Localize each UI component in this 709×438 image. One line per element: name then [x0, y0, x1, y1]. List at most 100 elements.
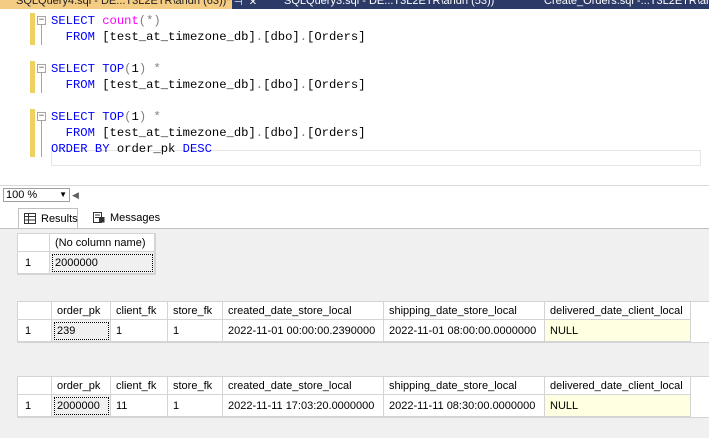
chevron-down-icon: ▼ [59, 190, 67, 199]
table-row[interactable]: 1 2000000 [18, 251, 155, 274]
code-token: SELECT [51, 14, 103, 28]
grid-cell[interactable]: 1 [167, 394, 223, 417]
code-token: ORDER BY [51, 142, 117, 156]
code-line[interactable] [0, 45, 709, 61]
grid-cell[interactable]: 1 [167, 319, 223, 342]
code-token: FROM [51, 126, 103, 140]
code-line[interactable] [0, 93, 709, 109]
null-cell[interactable]: NULL [544, 319, 691, 342]
grid-header-row: (No column name) [18, 234, 155, 252]
tab-sqlquery3[interactable]: SQLQuery3.sql - DE...T3L2ETR\andri (53)) [284, 0, 514, 9]
code-token: FROM [51, 78, 103, 92]
grid-cell[interactable]: 2022-11-01 00:00:00.2390000 [222, 319, 384, 342]
code-token: [test_at_timezone_db] [102, 126, 256, 140]
code-token: SELECT [51, 62, 103, 76]
column-header[interactable]: shipping_date_store_local [383, 377, 545, 395]
tab-messages-label: Messages [110, 212, 161, 224]
grid-cell[interactable]: 11 [110, 394, 168, 417]
tab-create-orders[interactable]: Create_Orders.sql -...T3L2ETR\andri (55)… [544, 0, 709, 9]
result-grid-3[interactable]: order_pk client_fk store_fk created_date_st… [17, 376, 709, 418]
code-token: DESC [182, 142, 212, 156]
code-line[interactable]: SELECT TOP(1) * [0, 109, 709, 125]
code-token: [Orders] [307, 126, 366, 140]
code-token: 1 [131, 62, 139, 76]
row-number[interactable]: 1 [18, 251, 50, 274]
column-header[interactable]: (No column name) [49, 234, 155, 252]
code-line[interactable]: ORDER BY order_pk DESC [0, 141, 709, 157]
grid-cell[interactable]: 2000000 [49, 251, 155, 274]
null-cell[interactable]: NULL [544, 394, 691, 417]
row-number[interactable]: 1 [18, 394, 52, 417]
code-token: [Orders] [307, 78, 366, 92]
code-token: [dbo] [263, 126, 300, 140]
code-token: . [299, 30, 308, 44]
results-pane: (No column name) 1 2000000 order_pk client_… [0, 228, 709, 438]
messages-icon [93, 212, 105, 223]
code-token: [test_at_timezone_db] [102, 30, 256, 44]
grid-corner[interactable] [18, 377, 52, 395]
table-row[interactable]: 1 239 1 1 2022-11-01 00:00:00.2390000 2022-11… [18, 319, 691, 342]
code-line[interactable]: FROM [test_at_timezone_db].[dbo].[Orders… [0, 29, 709, 45]
grid-icon [24, 213, 36, 224]
column-header[interactable]: store_fk [167, 377, 223, 395]
code-token: [dbo] [263, 30, 300, 44]
row-number[interactable]: 1 [18, 319, 52, 342]
grid-cell[interactable]: 239 [51, 319, 111, 342]
code-line[interactable]: SELECT TOP(1) * [0, 61, 709, 77]
column-header[interactable]: order_pk [51, 302, 111, 320]
column-header[interactable]: created_date_store_local [222, 302, 384, 320]
tab-results[interactable]: Results [18, 208, 78, 228]
sql-editor[interactable]: − − − SELECT count(*) FROM [test_at_time… [0, 9, 709, 185]
result-grid-2[interactable]: order_pk client_fk store_fk created_date_st… [17, 301, 709, 343]
code-token: FROM [51, 30, 103, 44]
code-token: SELECT [51, 110, 103, 124]
grid-cell[interactable]: 2000000 [51, 394, 111, 417]
code-token: . [299, 78, 308, 92]
code-token: TOP [102, 62, 125, 76]
code-text: FROM [test_at_timezone_db].[dbo].[Orders… [51, 29, 366, 45]
code-text: FROM [test_at_timezone_db].[dbo].[Orders… [51, 125, 366, 141]
code-token: ) * [138, 62, 161, 76]
tab-results-label: Results [41, 213, 78, 225]
code-token: (*) [138, 14, 161, 28]
code-line[interactable]: FROM [test_at_timezone_db].[dbo].[Orders… [0, 125, 709, 141]
zoom-value: 100 % [6, 189, 38, 201]
code-line[interactable]: SELECT count(*) [0, 13, 709, 29]
pin-icon[interactable]: ⊣ [234, 0, 243, 8]
code-token: TOP [102, 110, 125, 124]
column-header[interactable]: client_fk [110, 377, 168, 395]
grid-cell[interactable]: 1 [110, 319, 168, 342]
code-token: count [102, 14, 139, 28]
code-token: [dbo] [263, 78, 300, 92]
code-token: ) * [138, 110, 161, 124]
tab-icons: ⊣ ✕ [234, 0, 263, 9]
column-header[interactable]: delivered_date_client_local [544, 302, 691, 320]
scroll-left-icon[interactable]: ◀ [72, 188, 84, 202]
close-icon[interactable]: ✕ [249, 0, 257, 8]
document-tab-strip: SQLQuery4.sql - DE...T3L2ETR\andri (63))… [0, 0, 709, 9]
column-header[interactable]: shipping_date_store_local [383, 302, 545, 320]
code-text: FROM [test_at_timezone_db].[dbo].[Orders… [51, 77, 366, 93]
code-text: SELECT count(*) [51, 13, 161, 29]
code-text: SELECT TOP(1) * [51, 109, 161, 125]
column-header[interactable]: created_date_store_local [222, 377, 384, 395]
grid-cell[interactable]: 2022-11-11 08:30:00.0000000 [383, 394, 545, 417]
column-header[interactable]: delivered_date_client_local [544, 377, 691, 395]
column-header[interactable]: store_fk [167, 302, 223, 320]
code-line[interactable]: FROM [test_at_timezone_db].[dbo].[Orders… [0, 77, 709, 93]
code-token: [test_at_timezone_db] [102, 78, 256, 92]
column-header[interactable]: order_pk [51, 377, 111, 395]
grid-cell[interactable]: 2022-11-11 17:03:20.0000000 [222, 394, 384, 417]
result-grid-1[interactable]: (No column name) 1 2000000 [17, 233, 156, 275]
grid-corner[interactable] [18, 234, 50, 252]
tab-sqlquery4[interactable]: SQLQuery4.sql - DE...T3L2ETR\andri (63))… [0, 0, 232, 9]
code-token: order_pk [116, 142, 183, 156]
column-header[interactable]: client_fk [110, 302, 168, 320]
table-row[interactable]: 1 2000000 11 1 2022-11-11 17:03:20.0000000 20… [18, 394, 691, 417]
zoom-dropdown[interactable]: 100 % ▼ [3, 188, 70, 202]
grid-corner[interactable] [18, 302, 52, 320]
tab-messages[interactable]: Messages [88, 208, 182, 229]
grid-header-row: order_pk client_fk store_fk created_date_st… [18, 302, 691, 320]
code-token: . [299, 126, 308, 140]
grid-cell[interactable]: 2022-11-01 08:00:00.0000000 [383, 319, 545, 342]
